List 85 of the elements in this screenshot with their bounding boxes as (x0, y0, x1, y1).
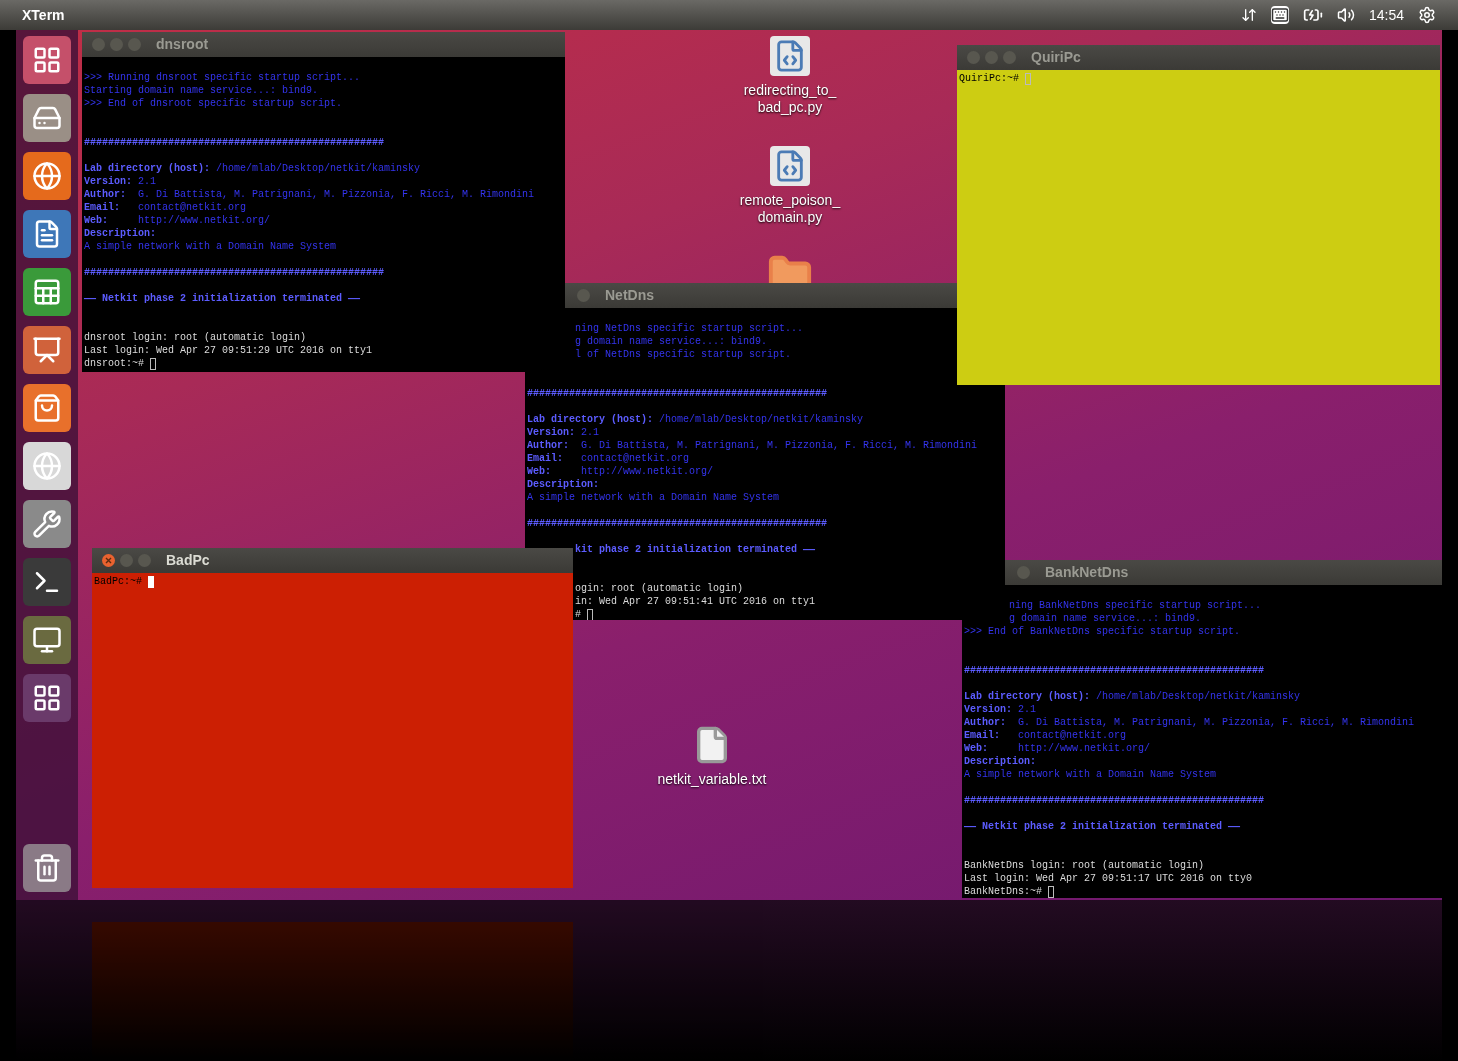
keyboard-icon[interactable] (1270, 6, 1289, 24)
globe-icon (32, 161, 62, 191)
terminal-line: ################################################## (964, 664, 1265, 677)
settings-icon[interactable] (1418, 6, 1436, 24)
terminal-line: Description: (84, 227, 156, 240)
terminal-line: ################################################## (527, 387, 828, 400)
terminal-line: ning NetDns specific startup script... (575, 322, 804, 335)
terminal-line: Author: G. Di Battista, M. Patrignani, M. Pizzonia, F. Ricci, M. Rimondini (964, 716, 1415, 729)
cursor-icon (587, 608, 593, 620)
terminal-line: Description: (527, 478, 599, 491)
terminal-line: Description: (964, 755, 1036, 768)
wrench-icon (32, 509, 62, 539)
terminal-line: Version: 2.1 (527, 426, 600, 439)
prompt-text: dnsroot:~# (84, 357, 145, 370)
app-title: XTerm (22, 5, 66, 25)
terminal-line: dnsroot login: root (automatic login) (84, 331, 307, 344)
terminal-line: l of NetDns specific startup script. (575, 348, 792, 361)
cursor-icon (148, 575, 154, 588)
terminal-line: BankNetDns login: root (automatic login) (964, 859, 1205, 872)
file-label[interactable]: netkit_variable.txt (657, 771, 767, 788)
cursor-icon (150, 357, 156, 370)
terminal-line: Email: contact@netkit.org (964, 729, 1127, 742)
terminal-line: Lab directory (host): /home/mlab/Desktop/netkit/kaminsky (964, 690, 1301, 703)
terminal-line: g domain name service...: bind9. (1009, 612, 1202, 625)
prompt-text: BankNetDns:~# (964, 885, 1043, 898)
presentation-icon (32, 335, 62, 365)
terminal-line: Author: G. Di Battista, M. Patrignani, M. Pizzonia, F. Ricci, M. Rimondini (527, 439, 978, 452)
prompt-text: QuiriPc:~# (959, 72, 1020, 85)
trash-icon (32, 853, 62, 883)
launcher-button[interactable] (23, 558, 71, 606)
terminal-line: ################################################## (84, 266, 385, 279)
shopping-bag-icon (32, 393, 62, 423)
terminal-line: >>> End of dnsroot specific startup script. (84, 97, 343, 110)
launcher-button[interactable] (23, 210, 71, 258)
terminal-line: A simple network with a Domain Name System (964, 768, 1217, 781)
terminal-line: —— Netkit phase 2 initialization terminated —— (84, 292, 361, 305)
terminal-line: Email: contact@netkit.org (527, 452, 690, 465)
window-title: NetDns (605, 286, 654, 305)
terminal-line: ################################################## (527, 517, 828, 530)
file-label[interactable]: remote_poison_ domain.py (720, 192, 860, 226)
terminal-line: A simple network with a Domain Name System (84, 240, 337, 253)
volume-icon[interactable] (1336, 6, 1355, 24)
terminal-line: Author: G. Di Battista, M. Patrignani, M. Pizzonia, F. Ricci, M. Rimondini (84, 188, 535, 201)
terminal-line: Last login: Wed Apr 27 09:51:29 UTC 2016 on tty1 (84, 344, 373, 357)
terminal-line: Version: 2.1 (964, 703, 1037, 716)
python-file-icon (770, 36, 810, 76)
terminal-line: Web: http://www.netkit.org/ (527, 465, 714, 478)
spreadsheet-icon (32, 277, 62, 307)
monitor-icon (32, 625, 62, 655)
prompt-text: # (575, 608, 582, 620)
network-icon[interactable] (1240, 7, 1257, 23)
terminal-line: Starting domain name service...: bind9. (84, 84, 319, 97)
launcher-button[interactable] (23, 674, 71, 722)
terminal-line: Web: http://www.netkit.org/ (964, 742, 1151, 755)
terminal-line: Lab directory (host): /home/mlab/Desktop/netkit/kaminsky (527, 413, 864, 426)
file-label[interactable]: redirecting_to_ bad_pc.py (740, 82, 840, 116)
workspaces-icon (32, 683, 62, 713)
terminal-line: >>> Running dnsroot specific startup script... (84, 71, 361, 84)
terminal-line: ogin: root (automatic login) (575, 582, 744, 595)
clock[interactable]: 14:54 (1368, 4, 1404, 26)
terminal-line: g domain name service...: bind9. (575, 335, 768, 348)
window-title: BadPc (166, 551, 210, 570)
terminal-line: Last login: Wed Apr 27 09:51:17 UTC 2016 on tty0 (964, 872, 1253, 885)
terminal-line: —— Netkit phase 2 initialization terminated —— (964, 820, 1241, 833)
terminal-line: >>> End of BankNetDns specific startup script. (964, 625, 1241, 638)
terminal-line: Version: 2.1 (84, 175, 157, 188)
close-icon (105, 557, 112, 564)
terminal-line: in: Wed Apr 27 09:51:41 UTC 2016 on tty1 (575, 595, 816, 608)
window-title: dnsroot (156, 35, 209, 54)
terminal-line: A simple network with a Domain Name System (527, 491, 780, 504)
close-button[interactable] (102, 554, 115, 567)
terminal-line: ################################################## (964, 794, 1265, 807)
launcher-button[interactable] (23, 616, 71, 664)
window-title: BankNetDns (1045, 563, 1129, 582)
python-file-icon (770, 146, 810, 186)
prompt-text: BadPc:~# (94, 575, 143, 588)
terminal-line: kit phase 2 initialization terminated —— (575, 543, 816, 556)
terminal-line: ################################################## (84, 136, 385, 149)
terminal-line: ning BankNetDns specific startup script... (1009, 599, 1262, 612)
cursor-icon (1025, 72, 1031, 85)
terminal-line: Lab directory (host): /home/mlab/Desktop/netkit/kaminsky (84, 162, 421, 175)
terminal-line: Web: http://www.netkit.org/ (84, 214, 271, 227)
terminal-line: Email: contact@netkit.org (84, 201, 247, 214)
window-title: QuiriPc (1031, 48, 1081, 67)
cursor-icon (1048, 885, 1054, 898)
